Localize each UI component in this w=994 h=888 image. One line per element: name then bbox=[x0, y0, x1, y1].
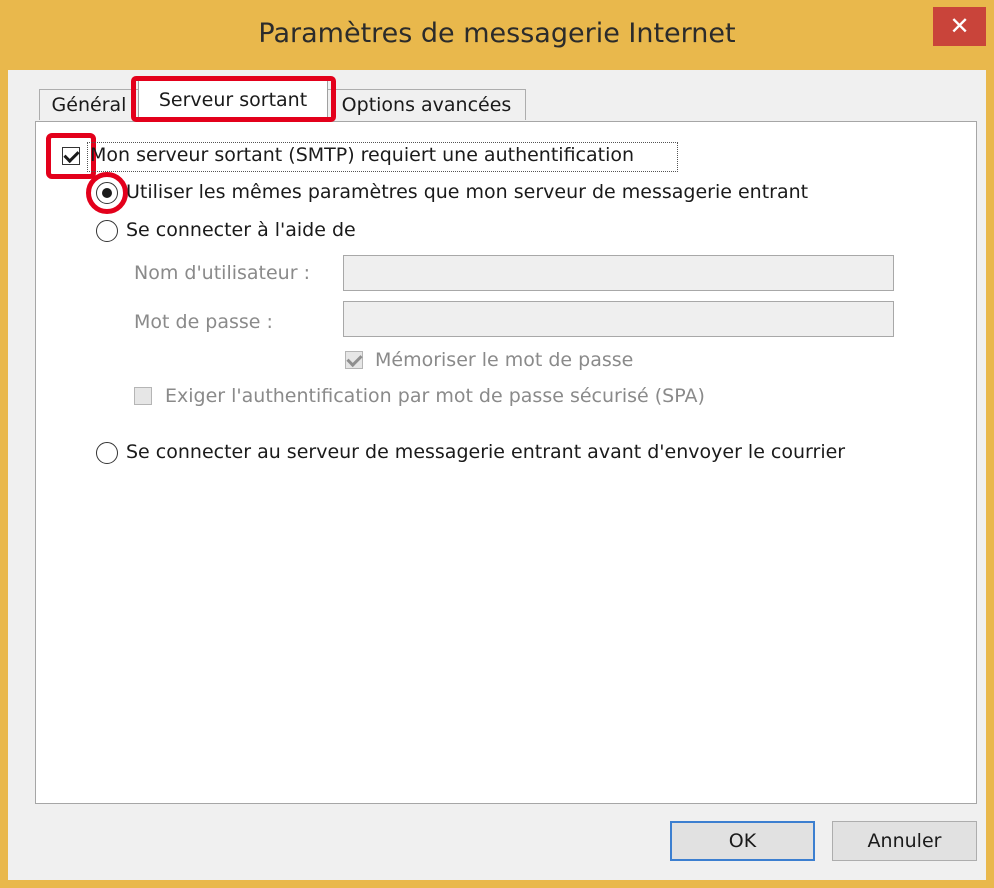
connect-incoming-first-label[interactable]: Se connecter au serveur de messagerie en… bbox=[126, 441, 845, 463]
ok-button[interactable]: OK bbox=[670, 821, 815, 861]
tab-general[interactable]: Général bbox=[39, 89, 139, 120]
dialog-client: Général Serveur sortant Options avancées… bbox=[8, 70, 986, 880]
connect-with-radio[interactable] bbox=[96, 220, 118, 242]
same-settings-label[interactable]: Utiliser les mêmes paramètres que mon se… bbox=[126, 181, 808, 203]
remember-password-label[interactable]: Mémoriser le mot de passe bbox=[375, 349, 633, 371]
connect-with-label[interactable]: Se connecter à l'aide de bbox=[126, 219, 356, 241]
title-bar[interactable]: Paramètres de messagerie Internet ✕ bbox=[0, 0, 994, 70]
remember-password-checkbox[interactable] bbox=[345, 351, 363, 369]
close-button[interactable]: ✕ bbox=[933, 7, 986, 46]
same-settings-radio[interactable] bbox=[96, 182, 118, 204]
username-input[interactable] bbox=[343, 255, 894, 291]
tab-advanced-options[interactable]: Options avancées bbox=[327, 89, 526, 120]
tab-panel-outgoing-server: Mon serveur sortant (SMTP) requiert une … bbox=[35, 121, 977, 804]
smtp-auth-checkbox[interactable] bbox=[62, 147, 80, 165]
cancel-button[interactable]: Annuler bbox=[832, 821, 977, 861]
window-title: Paramètres de messagerie Internet bbox=[258, 18, 736, 49]
connect-incoming-first-radio[interactable] bbox=[96, 442, 118, 464]
spa-label[interactable]: Exiger l'authentification par mot de pas… bbox=[165, 385, 705, 407]
username-label: Nom d'utilisateur : bbox=[134, 262, 310, 284]
smtp-auth-label[interactable]: Mon serveur sortant (SMTP) requiert une … bbox=[90, 144, 634, 166]
close-icon: ✕ bbox=[949, 12, 970, 40]
password-input[interactable] bbox=[343, 301, 894, 337]
dialog-window: Paramètres de messagerie Internet ✕ Géné… bbox=[0, 0, 994, 888]
password-label: Mot de passe : bbox=[134, 311, 273, 333]
tab-outgoing-server[interactable]: Serveur sortant bbox=[138, 80, 328, 122]
spa-checkbox[interactable] bbox=[134, 387, 152, 405]
